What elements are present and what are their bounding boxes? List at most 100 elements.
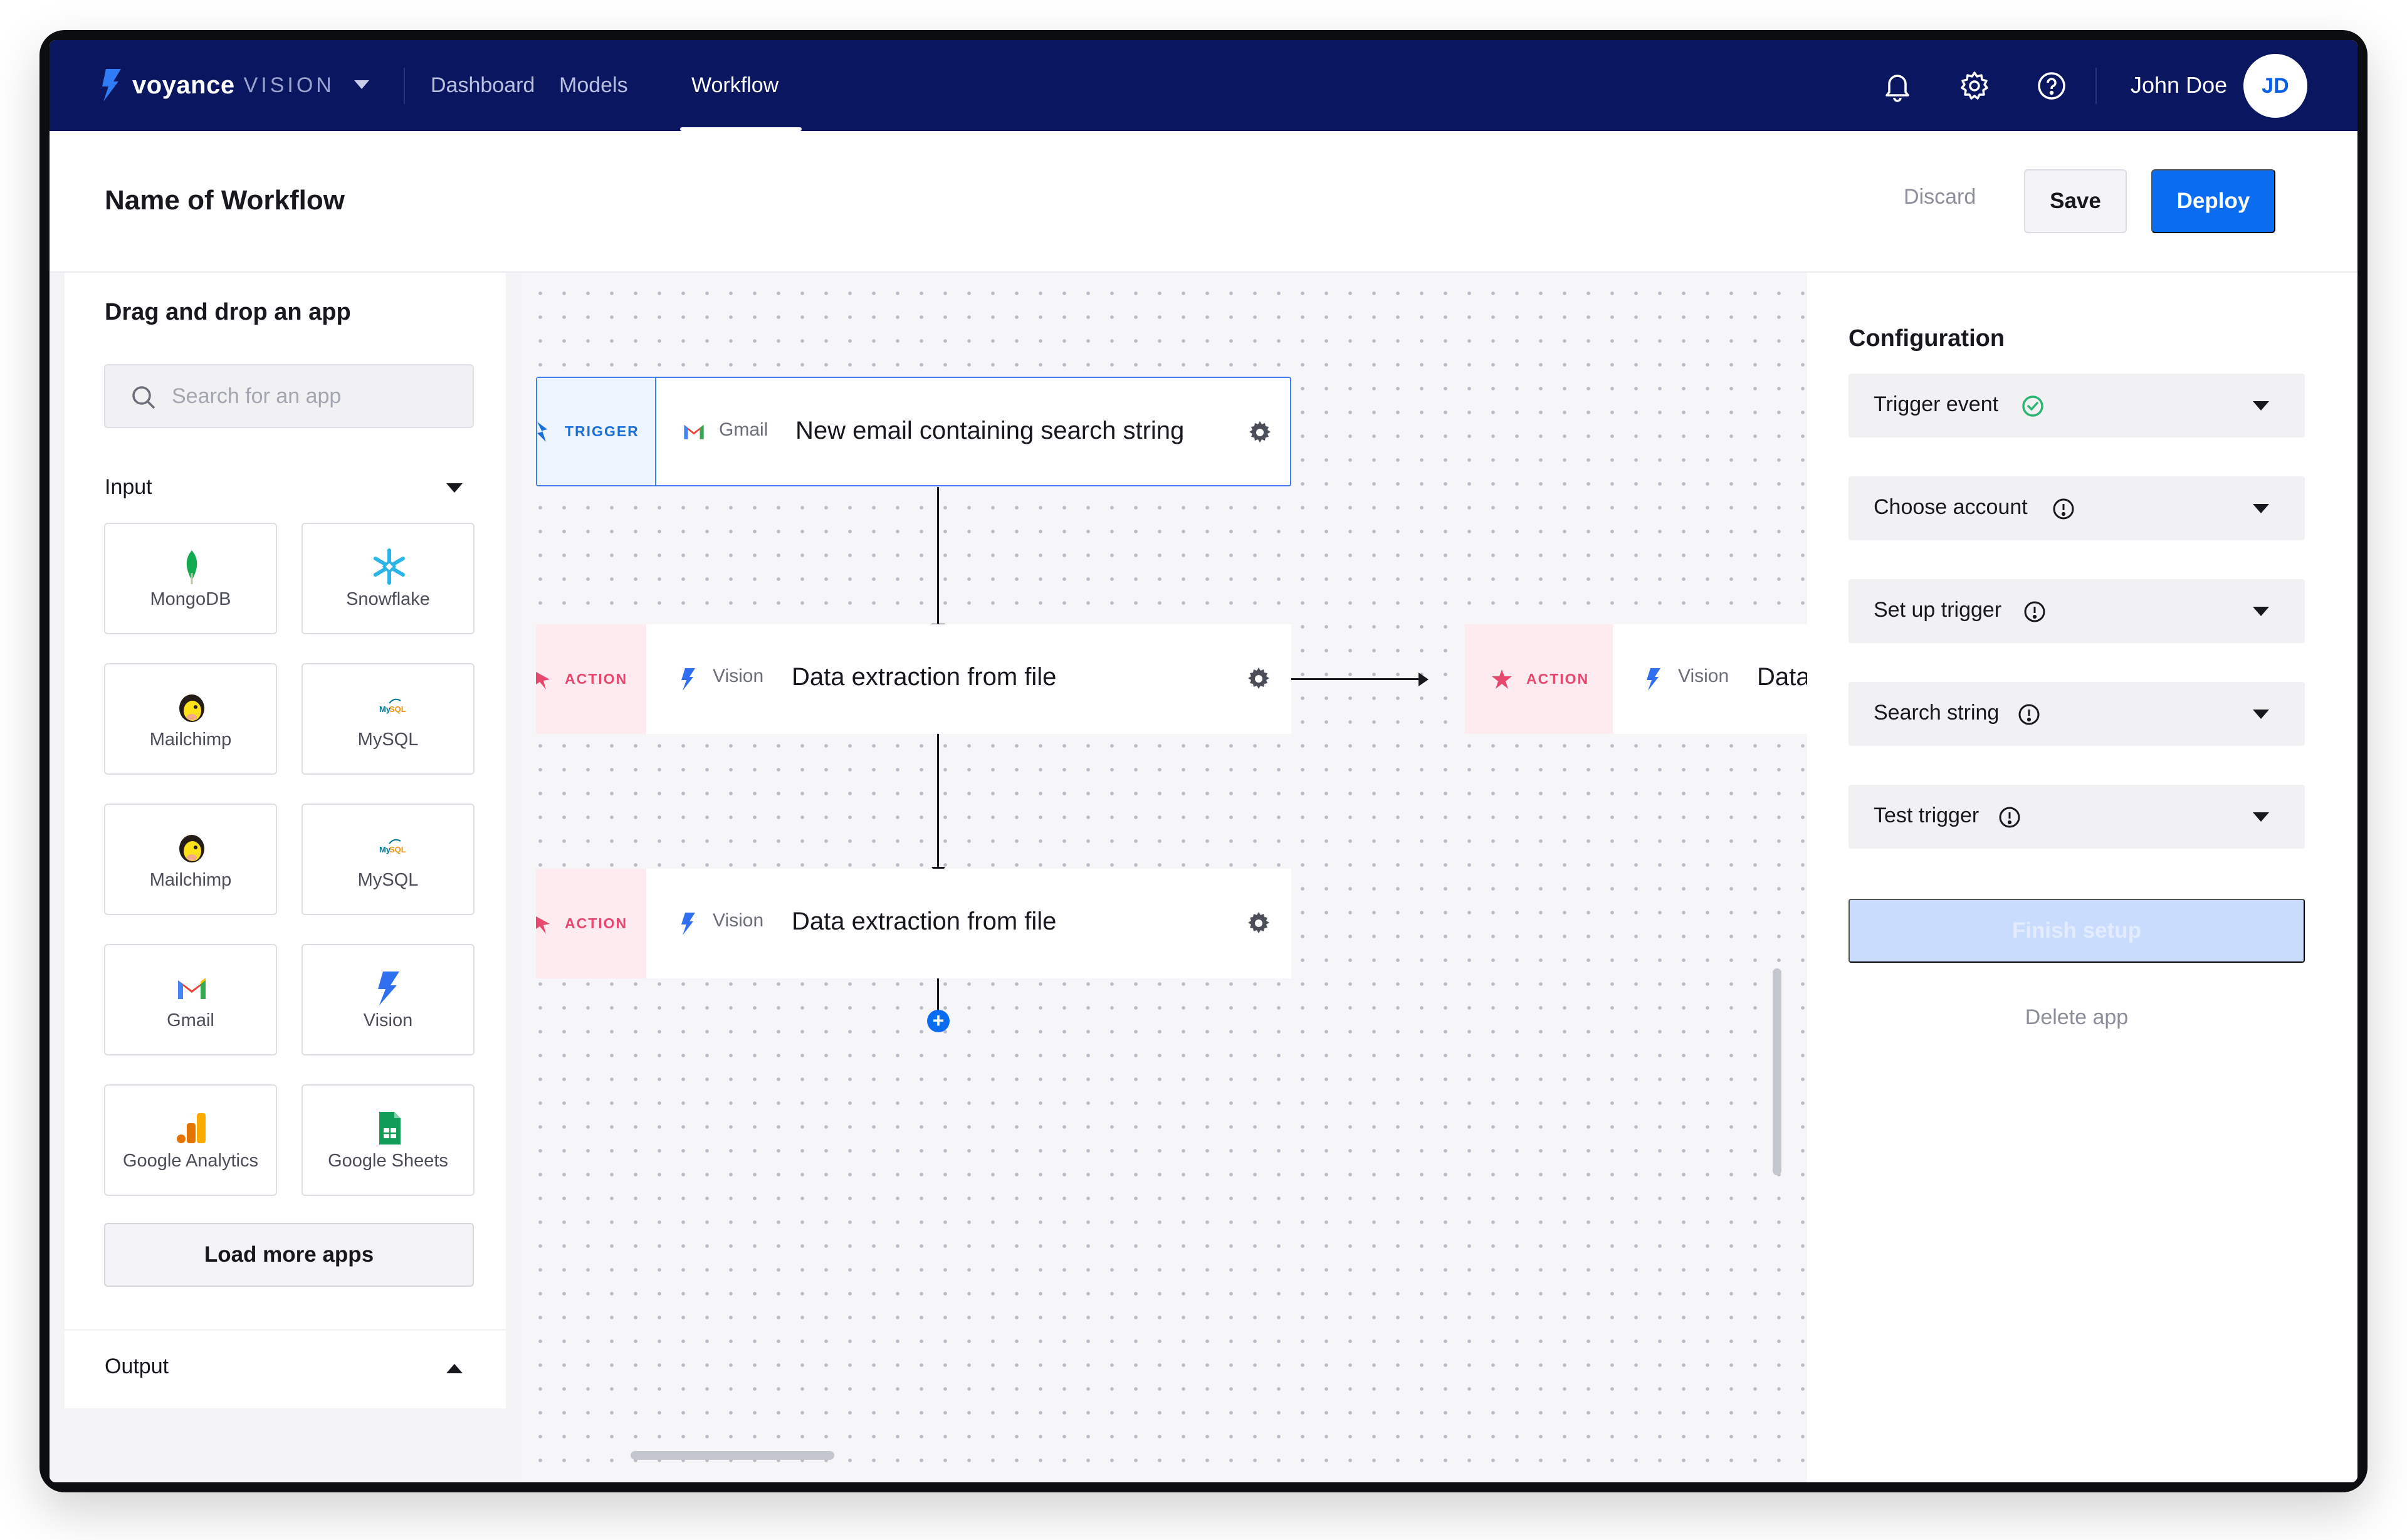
workflow-node-trigger[interactable]: TRIGGER Gmail New email containing searc… xyxy=(536,377,1291,486)
top-nav: voyance VISION Dashboard Models Workflow… xyxy=(50,40,2357,131)
check-circle-icon xyxy=(2022,395,2043,417)
chevron-down-icon[interactable] xyxy=(2253,504,2269,513)
delete-app-button[interactable]: Delete app xyxy=(1849,1005,2305,1030)
app-card-gmail[interactable]: Gmail xyxy=(104,944,277,1055)
app-card-google-sheets[interactable]: Google Sheets xyxy=(302,1084,475,1196)
save-button[interactable]: Save xyxy=(2024,169,2127,233)
node-title: Data extraction from file xyxy=(792,663,1057,691)
app-card-google-analytics[interactable]: Google Analytics xyxy=(104,1084,277,1196)
vertical-scrollbar[interactable] xyxy=(1773,968,1781,1175)
config-test-trigger[interactable]: Test trigger xyxy=(1849,785,2305,849)
action-tag-label: ACTION xyxy=(565,671,628,687)
gmail-icon xyxy=(178,978,206,999)
config-choose-account[interactable]: Choose account xyxy=(1849,476,2305,540)
app-card-label: Google Analytics xyxy=(122,1151,258,1171)
load-more-apps-button[interactable]: Load more apps xyxy=(104,1223,474,1287)
configuration-panel xyxy=(1807,273,2357,1482)
app-card-mailchimp[interactable]: Mailchimp xyxy=(104,804,277,915)
info-icon[interactable] xyxy=(2052,497,2075,521)
gmail-icon xyxy=(684,424,704,439)
page-header: Name of Workflow Discard Save Deploy xyxy=(50,131,2357,273)
node-app-name: Gmail xyxy=(719,419,768,440)
config-row-label: Set up trigger xyxy=(1874,598,2002,622)
gear-icon[interactable] xyxy=(1245,666,1272,692)
app-card-mysql[interactable]: My SQL MySQL xyxy=(302,663,475,775)
config-set-up-trigger[interactable]: Set up trigger xyxy=(1849,579,2305,643)
brand-name: voyance xyxy=(132,71,235,99)
app-card-mailchimp[interactable]: Mailchimp xyxy=(104,663,277,775)
deploy-button[interactable]: Deploy xyxy=(2151,169,2275,233)
workflow-node-action[interactable]: ACTION Vision Data extraction from file xyxy=(536,624,1291,734)
chevron-down-icon[interactable] xyxy=(2253,812,2269,822)
user-name[interactable]: John Doe xyxy=(2131,71,2227,99)
page-title[interactable]: Name of Workflow xyxy=(105,185,345,216)
input-section-label[interactable]: Input xyxy=(105,475,152,500)
gear-icon[interactable] xyxy=(1247,419,1273,446)
node-app-name: Vision xyxy=(1678,666,1729,686)
action-tag: ACTION xyxy=(536,869,646,978)
avatar[interactable]: JD xyxy=(2243,54,2307,118)
app-card-label: Mailchimp xyxy=(149,870,232,890)
star-icon xyxy=(536,671,550,689)
chevron-down-icon[interactable] xyxy=(354,80,369,89)
star-icon xyxy=(1492,669,1512,689)
workflow-node-action[interactable]: ACTION Vision Data extraction from file xyxy=(536,869,1291,978)
star-icon xyxy=(536,916,550,934)
info-icon[interactable] xyxy=(1998,805,2022,829)
chevron-down-icon[interactable] xyxy=(446,483,463,493)
bolt-icon xyxy=(537,421,547,442)
gear-icon[interactable] xyxy=(1245,910,1272,936)
app-card-snowflake[interactable]: Snowflake xyxy=(302,523,475,634)
nav-models[interactable]: Models xyxy=(559,71,628,99)
bell-icon[interactable] xyxy=(1880,69,1914,103)
voyance-logo-icon xyxy=(102,69,121,102)
config-row-label: Choose account xyxy=(1874,495,2028,519)
config-row-label: Search string xyxy=(1874,701,2000,725)
output-section-label[interactable]: Output xyxy=(105,1354,169,1379)
workflow-node-action[interactable]: ACTION Vision Data xyxy=(1465,624,1807,734)
node-title: Data xyxy=(1757,663,1807,691)
workflow-canvas[interactable]: TRIGGER Gmail New email containing searc… xyxy=(521,273,1807,1482)
config-row-label: Trigger event xyxy=(1874,392,1999,416)
config-search-string[interactable]: Search string xyxy=(1849,682,2305,746)
chevron-down-icon[interactable] xyxy=(2253,710,2269,719)
divider xyxy=(404,68,405,104)
config-row-label: Test trigger xyxy=(1874,804,1980,827)
app-card-mysql[interactable]: My SQL MySQL xyxy=(302,804,475,915)
discard-button[interactable]: Discard xyxy=(1904,185,1976,209)
svg-text:SQL: SQL xyxy=(389,845,406,854)
app-card-label: MySQL xyxy=(357,870,419,890)
search-input[interactable]: Search for an app xyxy=(104,364,474,428)
nav-dashboard[interactable]: Dashboard xyxy=(431,71,535,99)
mailchimp-icon xyxy=(179,835,204,862)
info-icon[interactable] xyxy=(2023,600,2047,624)
gear-icon[interactable] xyxy=(1958,69,1991,103)
help-icon[interactable] xyxy=(2035,69,2069,103)
vision-icon xyxy=(681,913,695,935)
node-app-name: Vision xyxy=(713,666,764,686)
mysql-icon: My SQL xyxy=(379,698,406,714)
action-tag-label: ACTION xyxy=(1526,671,1590,687)
chevron-down-icon[interactable] xyxy=(2253,607,2269,616)
vision-icon xyxy=(1647,668,1660,691)
finish-setup-button[interactable]: Finish setup xyxy=(1849,899,2305,963)
app-card-vision[interactable]: Vision xyxy=(302,944,475,1055)
sidebar-title: Drag and drop an app xyxy=(105,299,351,325)
snowflake-icon xyxy=(374,548,405,585)
horizontal-scrollbar[interactable] xyxy=(631,1451,834,1460)
nav-workflow[interactable]: Workflow xyxy=(691,71,779,99)
mailchimp-icon xyxy=(179,694,204,722)
node-title: New email containing search string xyxy=(795,417,1185,444)
brand-logo[interactable]: voyance VISION xyxy=(100,68,335,103)
app-card-mongodb[interactable]: MongoDB xyxy=(104,523,277,634)
app-card-label: Snowflake xyxy=(346,589,430,609)
svg-text:SQL: SQL xyxy=(389,705,406,714)
chevron-up-icon[interactable] xyxy=(446,1364,463,1373)
info-icon[interactable] xyxy=(2017,703,2041,726)
config-trigger-event[interactable]: Trigger event xyxy=(1849,374,2305,437)
app-window: voyance VISION Dashboard Models Workflow… xyxy=(50,40,2357,1482)
chevron-down-icon[interactable] xyxy=(2253,401,2269,411)
trigger-tag: TRIGGER xyxy=(537,378,656,485)
app-card-label: Mailchimp xyxy=(149,730,232,750)
add-step-button[interactable]: + xyxy=(927,1010,950,1032)
